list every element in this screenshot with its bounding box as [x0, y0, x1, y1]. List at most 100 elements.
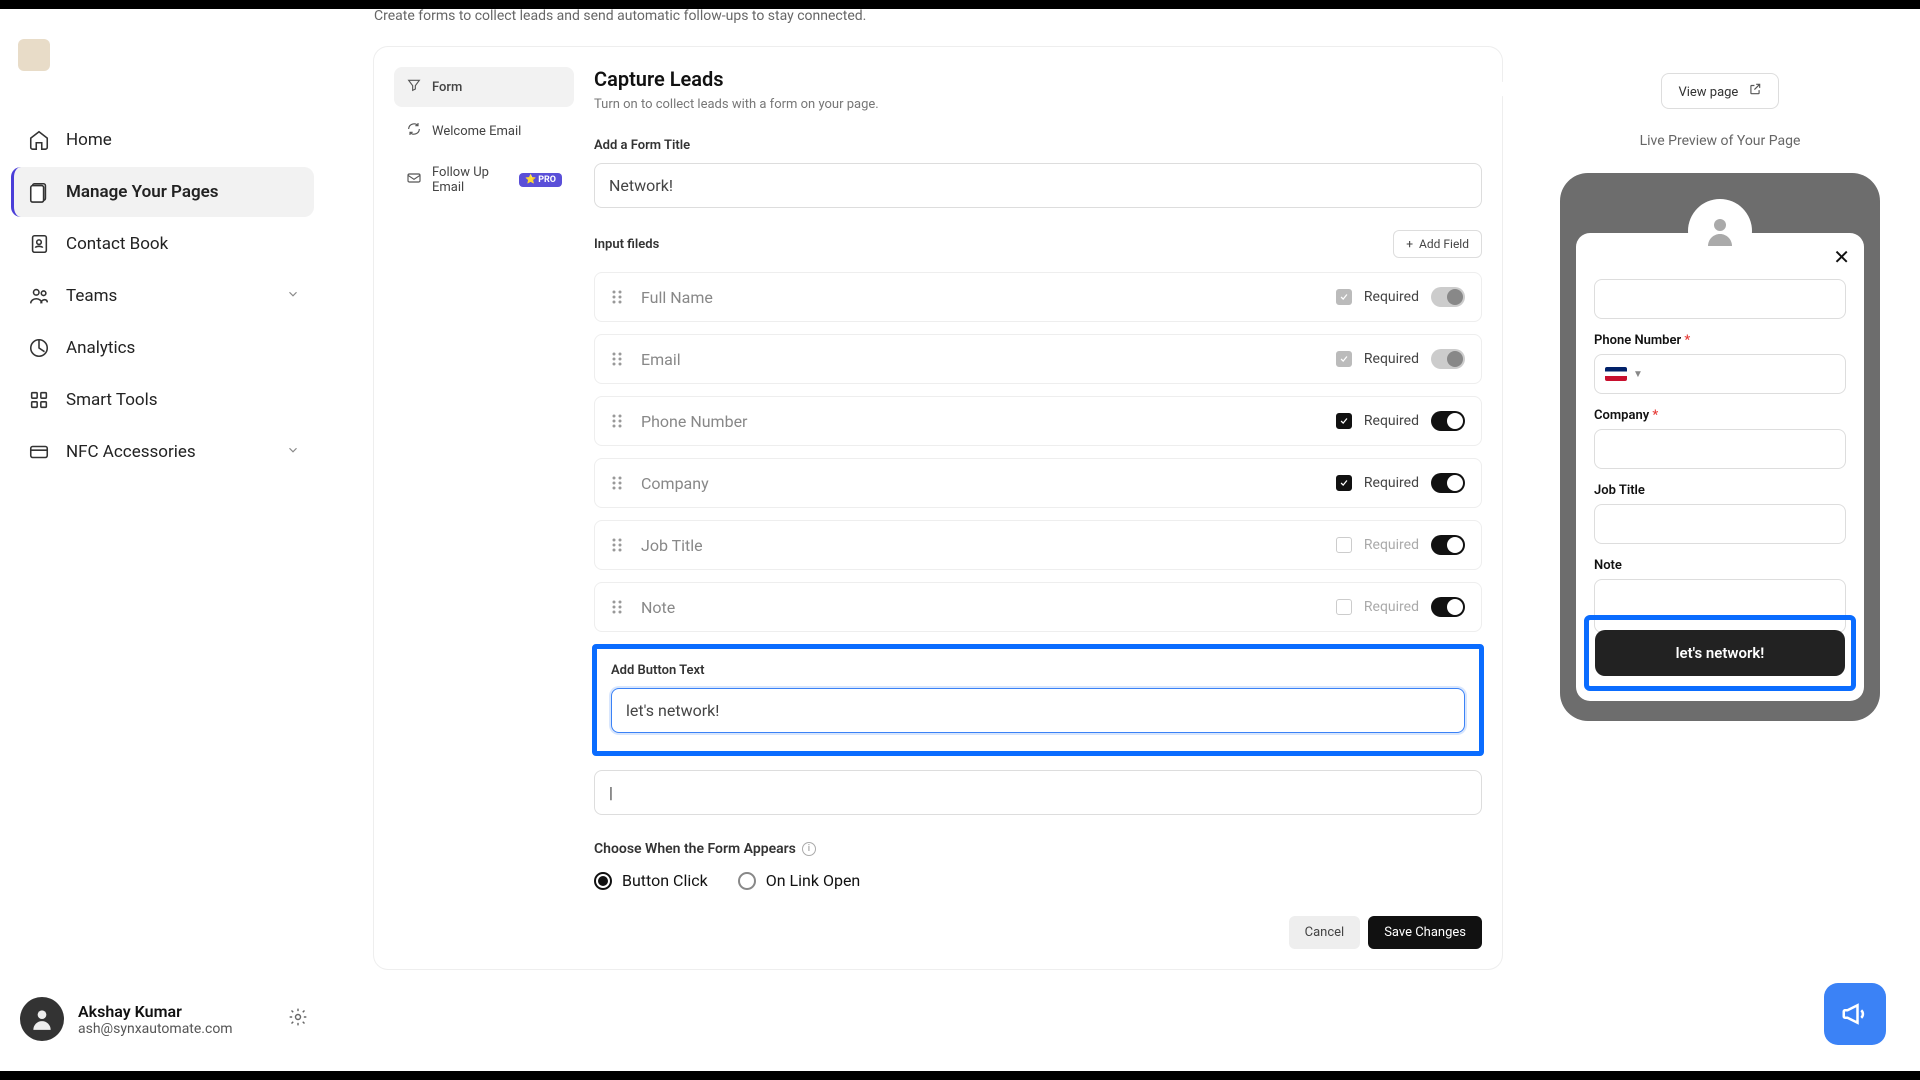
sidebar-item-label: Smart Tools [66, 390, 158, 410]
view-page-button[interactable]: View page [1661, 73, 1778, 109]
sidebar-user[interactable]: Akshay Kumar ash@synxautomate.com [14, 987, 314, 1051]
close-icon[interactable]: ✕ [1833, 245, 1850, 269]
chevron-down-icon[interactable]: ▼ [1633, 369, 1643, 380]
required-checkbox[interactable] [1336, 413, 1352, 429]
field-toggle[interactable] [1431, 597, 1465, 617]
drag-handle-icon[interactable] [611, 599, 623, 615]
required-checkbox[interactable] [1336, 599, 1352, 615]
teams-icon [28, 285, 50, 307]
field-toggle[interactable] [1431, 349, 1465, 369]
required-label: Required [1364, 475, 1419, 491]
sidebar-item-label: Manage Your Pages [66, 182, 219, 202]
field-toggle[interactable] [1431, 473, 1465, 493]
mail-icon [406, 170, 422, 190]
form-section-tabs: Form Welcome Email Follow Up Email ⭐ PRO [394, 67, 574, 949]
field-row: Email Required [594, 334, 1482, 384]
preview-avatar-icon [1688, 199, 1752, 263]
input-fields-label: Input fileds [594, 237, 659, 252]
sidebar-item-label: Contact Book [66, 234, 168, 254]
sidebar-item-teams[interactable]: Teams [14, 271, 314, 321]
user-name: Akshay Kumar [78, 1002, 233, 1021]
analytics-icon [28, 337, 50, 359]
tab-form[interactable]: Form [394, 67, 574, 107]
sidebar-item-label: Analytics [66, 338, 135, 358]
required-checkbox[interactable] [1336, 289, 1352, 305]
feedback-fab[interactable] [1824, 983, 1886, 1045]
home-icon [28, 129, 50, 151]
field-row: Note Required [594, 582, 1482, 632]
preview-phone-label: Phone Number * [1594, 333, 1846, 348]
form-appears-label: Choose When the Form Appears i [594, 841, 1482, 857]
external-link-icon [1748, 85, 1762, 100]
preview-company-label: Company * [1594, 408, 1846, 423]
section-subtitle: Turn on to collect leads with a form on … [594, 97, 1482, 112]
add-field-button[interactable]: + Add Field [1393, 230, 1482, 258]
field-row: Job TitleRequired [594, 520, 1482, 570]
preview-input-first[interactable] [1594, 279, 1846, 319]
drag-handle-icon[interactable] [611, 289, 623, 305]
page-subheader: Create forms to collect leads and send a… [374, 8, 866, 24]
sidebar-item-manage-pages[interactable]: Manage Your Pages [11, 167, 314, 217]
user-email: ash@synxautomate.com [78, 1021, 233, 1037]
form-editor-card: Form Welcome Email Follow Up Email ⭐ PRO… [374, 47, 1502, 969]
tab-label: Follow Up Email [432, 165, 509, 195]
disclaimer-input[interactable] [594, 770, 1482, 815]
sidebar-item-contact-book[interactable]: Contact Book [14, 219, 314, 269]
sidebar: Home Manage Your Pages Contact Book Team… [0, 9, 328, 1071]
sidebar-item-label: Teams [66, 286, 117, 306]
field-name: Full Name [641, 288, 713, 307]
required-checkbox[interactable] [1336, 351, 1352, 367]
sidebar-item-nfc[interactable]: NFC Accessories [14, 427, 314, 477]
drag-handle-icon[interactable] [611, 537, 623, 553]
form-title-input[interactable] [594, 163, 1482, 208]
button-text-highlight: Add Button Text [592, 644, 1484, 756]
field-row: CompanyRequired [594, 458, 1482, 508]
info-icon: i [802, 842, 816, 856]
save-changes-button[interactable]: Save Changes [1368, 916, 1482, 949]
preview-company-input[interactable] [1594, 429, 1846, 469]
radio-button-click[interactable]: Button Click [594, 871, 708, 890]
button-text-input[interactable] [611, 688, 1465, 733]
sidebar-item-label: NFC Accessories [66, 442, 196, 462]
refresh-icon [406, 121, 422, 141]
tab-welcome-email[interactable]: Welcome Email [394, 111, 574, 151]
required-checkbox[interactable] [1336, 475, 1352, 491]
field-toggle[interactable] [1431, 287, 1465, 307]
preview-submit-highlight: let's network! [1584, 615, 1856, 691]
field-name: Email [641, 350, 681, 369]
preview-submit-button[interactable]: let's network! [1595, 630, 1845, 676]
radio-link-open[interactable]: On Link Open [738, 871, 861, 890]
preview-phone-input[interactable]: ▼ [1594, 354, 1846, 394]
sidebar-item-smart-tools[interactable]: Smart Tools [14, 375, 314, 425]
sidebar-item-home[interactable]: Home [14, 115, 314, 165]
workspace-logo[interactable] [18, 39, 50, 71]
nfc-icon [28, 441, 50, 463]
cancel-button[interactable]: Cancel [1289, 916, 1361, 949]
preview-job-input[interactable] [1594, 504, 1846, 544]
pro-badge: ⭐ PRO [519, 173, 562, 187]
required-label: Required [1364, 599, 1419, 615]
form-title-label: Add a Form Title [594, 138, 1482, 153]
sidebar-item-label: Home [66, 130, 112, 150]
smart-tools-icon [28, 389, 50, 411]
drag-handle-icon[interactable] [611, 351, 623, 367]
drag-handle-icon[interactable] [611, 475, 623, 491]
required-label: Required [1364, 537, 1419, 553]
phone-preview: ✕ Phone Number * ▼ Company * Job Title N… [1560, 173, 1880, 721]
pages-icon [28, 181, 50, 203]
drag-handle-icon[interactable] [611, 413, 623, 429]
field-name: Note [641, 598, 675, 617]
plus-icon: + [1406, 237, 1413, 251]
sidebar-item-analytics[interactable]: Analytics [14, 323, 314, 373]
required-label: Required [1364, 289, 1419, 305]
field-toggle[interactable] [1431, 535, 1465, 555]
tab-label: Welcome Email [432, 124, 521, 139]
required-label: Required [1364, 413, 1419, 429]
required-label: Required [1364, 351, 1419, 367]
required-checkbox[interactable] [1336, 537, 1352, 553]
field-row: Full Name Required [594, 272, 1482, 322]
tab-label: Form [432, 80, 462, 95]
settings-gear-icon[interactable] [288, 1007, 308, 1031]
tab-followup-email[interactable]: Follow Up Email ⭐ PRO [394, 155, 574, 205]
field-toggle[interactable] [1431, 411, 1465, 431]
